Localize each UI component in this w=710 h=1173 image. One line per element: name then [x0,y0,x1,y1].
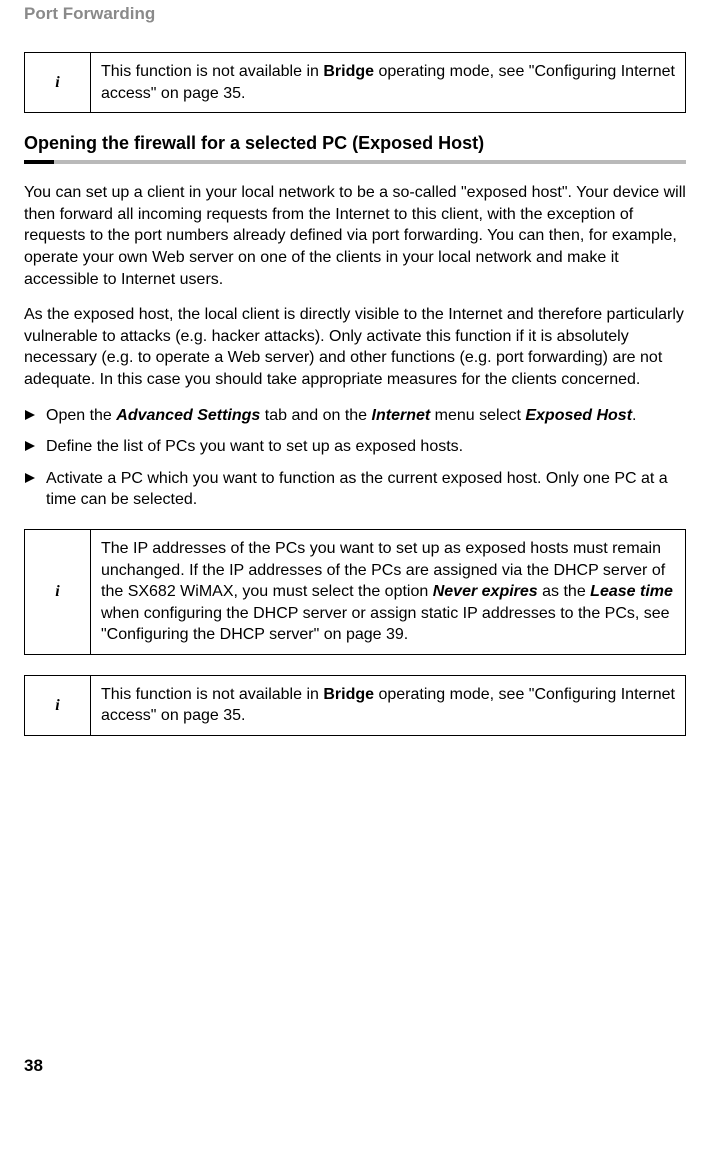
text-bold-italic: Lease time [590,583,673,600]
text-segment: menu select [430,407,525,424]
rule-dark [24,160,54,164]
info-box-3: i This function is not available in Brid… [24,675,686,736]
step-text: Open the Advanced Settings tab and on th… [46,405,686,427]
info-icon: i [25,675,91,735]
info-box-2: i The IP addresses of the PCs you want t… [24,529,686,655]
text-segment: as the [538,583,590,600]
running-head: Port Forwarding [24,4,686,24]
step-text: Define the list of PCs you want to set u… [46,436,686,458]
heading-rule [24,160,686,164]
text-bold-italic: Advanced Settings [116,407,260,424]
paragraph: You can set up a client in your local ne… [24,182,686,290]
section-heading: Opening the firewall for a selected PC (… [24,133,686,154]
step-item: Open the Advanced Settings tab and on th… [24,405,686,427]
text-segment: when configuring the DHCP server or assi… [101,605,670,644]
text-segment: Open the [46,407,116,424]
step-marker-icon [24,436,46,458]
info-box-1: i This function is not available in Brid… [24,52,686,113]
info-text: This function is not available in Bridge… [91,675,686,735]
text-bold-italic: Never expires [433,583,538,600]
text-segment: . [632,407,636,424]
step-item: Activate a PC which you want to function… [24,468,686,511]
rule-light [54,160,686,164]
info-icon: i [25,529,91,654]
text-bold: Bridge [323,63,374,80]
text-bold-italic: Exposed Host [525,407,632,424]
text-bold-italic: Internet [372,407,431,424]
step-marker-icon [24,405,46,427]
text-segment: This function is not available in [101,63,323,80]
page-number: 38 [24,1056,686,1076]
page-content: Port Forwarding i This function is not a… [0,4,710,1076]
text-bold: Bridge [323,686,374,703]
info-text: This function is not available in Bridge… [91,53,686,113]
info-text: The IP addresses of the PCs you want to … [91,529,686,654]
info-icon: i [25,53,91,113]
text-segment: This function is not available in [101,686,323,703]
step-item: Define the list of PCs you want to set u… [24,436,686,458]
paragraph: As the exposed host, the local client is… [24,304,686,390]
text-segment: tab and on the [260,407,371,424]
step-marker-icon [24,468,46,511]
step-text: Activate a PC which you want to function… [46,468,686,511]
